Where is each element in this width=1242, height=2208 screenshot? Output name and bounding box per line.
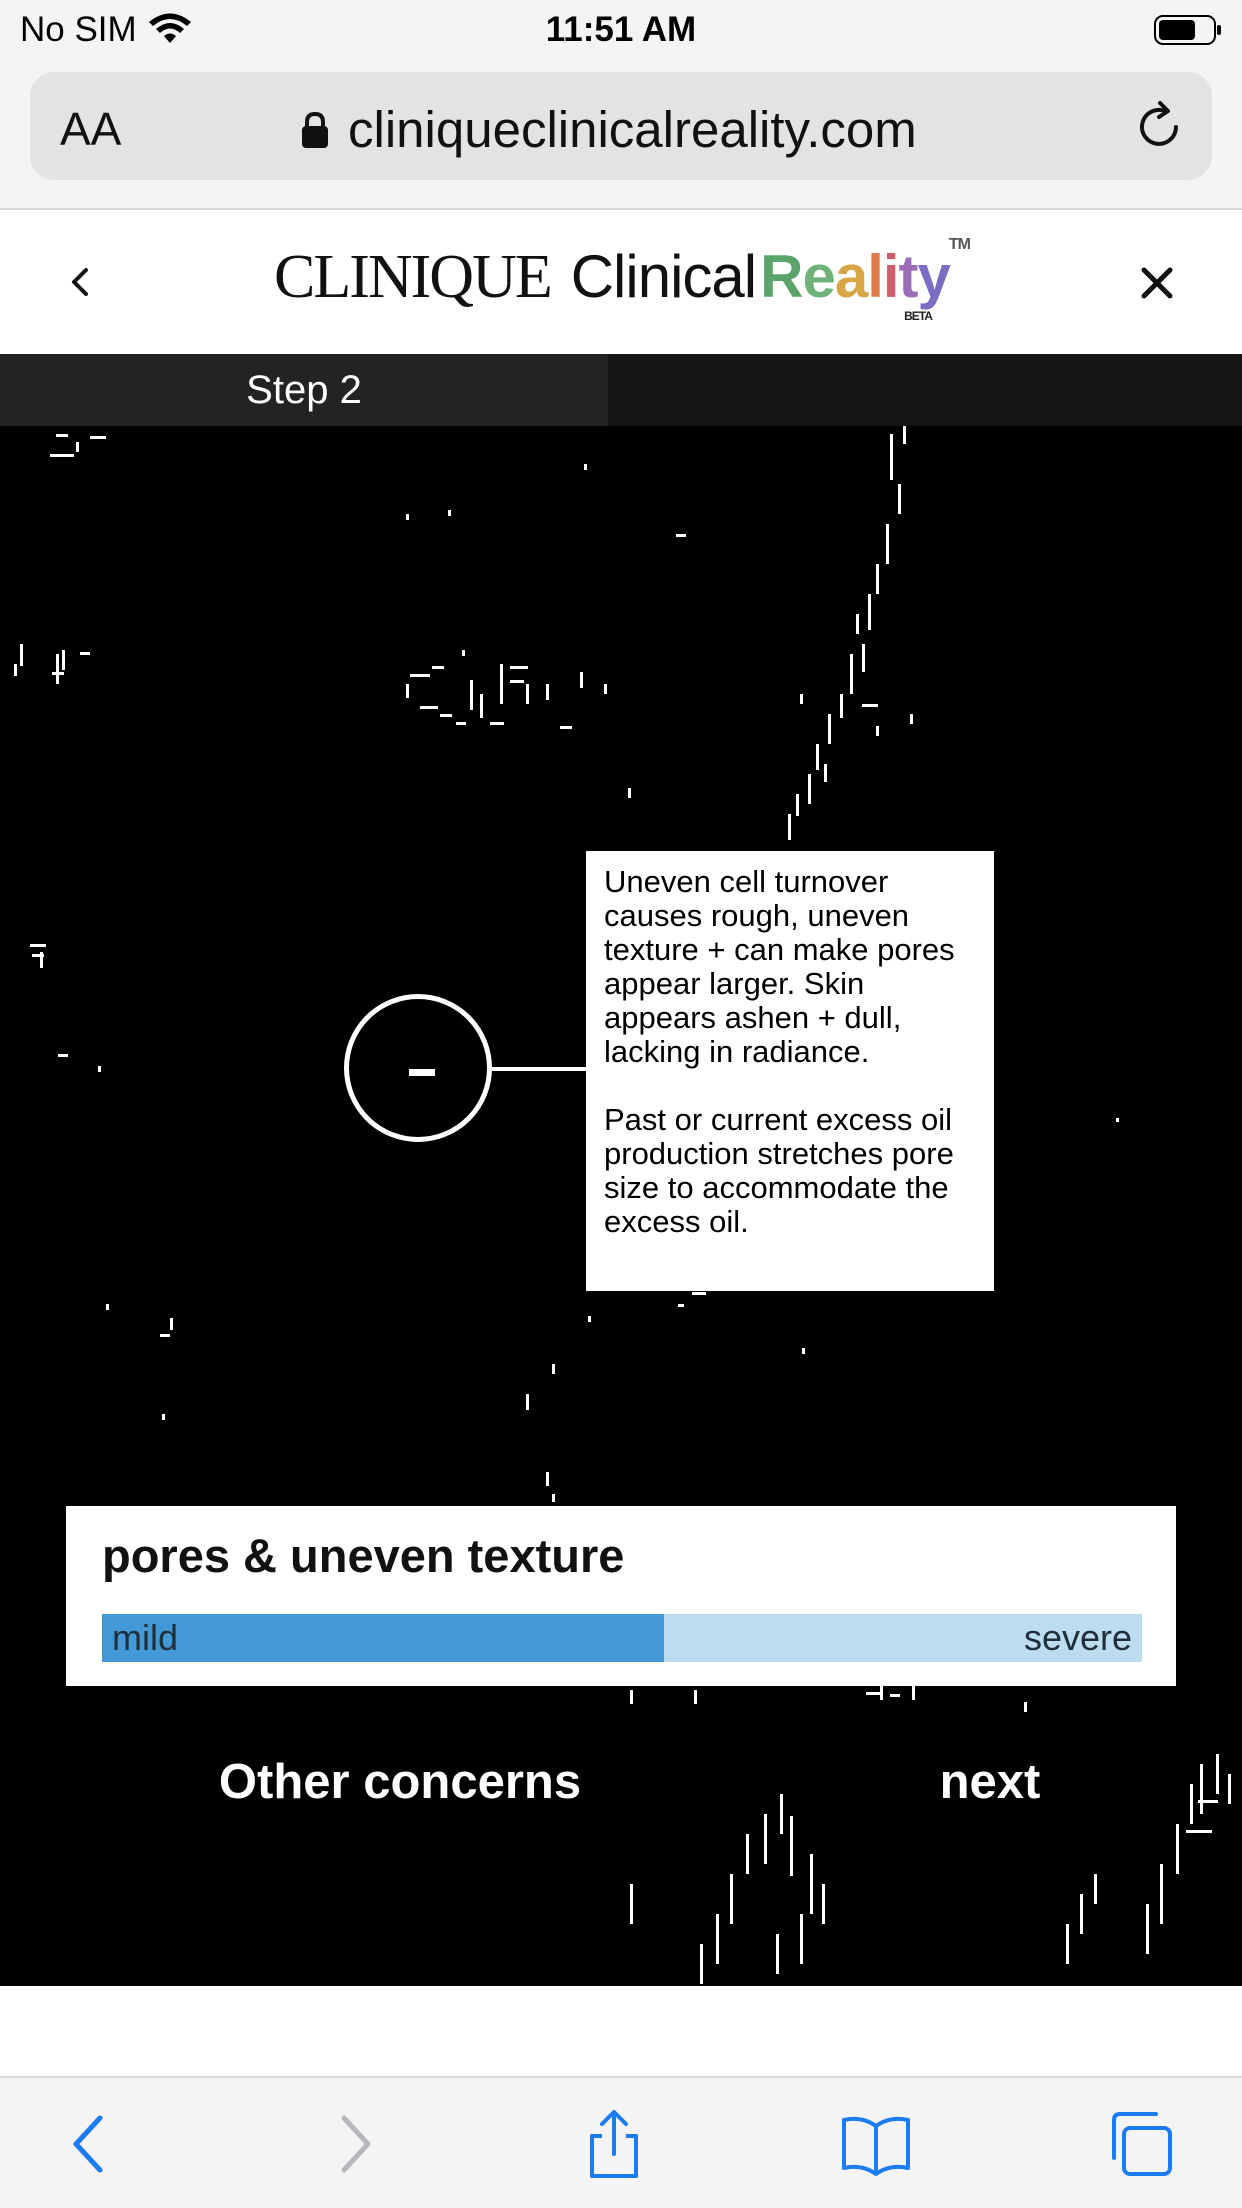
scale-max-label: severe <box>1023 1617 1132 1658</box>
back-chevron-icon[interactable] <box>60 252 100 312</box>
other-concerns-button[interactable]: Other concerns <box>180 1754 620 1810</box>
url-text: cliniqueclinicalreality.com <box>348 101 917 158</box>
logo-clinical: Clinical <box>570 243 757 310</box>
lock-icon <box>302 111 328 148</box>
clinique-clinical-reality-logo: CLINIQUE Clinical Reality TM BETA <box>274 236 971 332</box>
logo-beta: BETA <box>904 309 933 323</box>
concern-info-box: Uneven cell turnover causes rough, uneve… <box>586 851 994 1291</box>
reload-icon[interactable] <box>1130 98 1188 156</box>
aa-label: AA <box>60 103 122 155</box>
concern-marker-button[interactable] <box>344 994 492 1142</box>
info-paragraph: Uneven cell turnover causes rough, uneve… <box>604 864 955 1069</box>
battery-icon <box>1154 15 1221 45</box>
browser-back-icon[interactable] <box>56 2108 128 2180</box>
marker-connector-line <box>492 1067 586 1071</box>
logo-trademark: TM <box>948 236 971 253</box>
scale-min-label: mild <box>112 1617 179 1658</box>
severity-scale: mild severe <box>102 1614 1142 1662</box>
tabs-icon[interactable] <box>1104 2108 1176 2180</box>
severity-scale-fill <box>102 1614 664 1662</box>
next-button[interactable]: next <box>900 1754 1080 1810</box>
logo-reality: Reality TM BETA <box>760 236 971 323</box>
info-paragraph: Past or current excess oil production st… <box>604 1102 954 1239</box>
logo-brand: CLINIQUE <box>274 243 553 311</box>
browser-forward-icon[interactable] <box>316 2108 388 2180</box>
minus-icon <box>409 1069 435 1076</box>
skin-analysis-viewer: Step 2 Uneven cell turnover causes rough… <box>0 354 1242 1986</box>
address-bar[interactable]: AA cliniqueclinicalreality.com <box>30 72 1212 180</box>
browser-address-area: AA cliniqueclinicalreality.com <box>0 62 1242 210</box>
status-time: 11:51 AM <box>545 10 697 49</box>
browser-toolbar <box>0 2076 1242 2208</box>
close-icon[interactable] <box>1132 252 1182 312</box>
step-indicator: Step 2 <box>0 354 608 426</box>
url-display[interactable]: cliniqueclinicalreality.com <box>300 100 917 159</box>
concern-severity-panel: pores & uneven texture mild severe <box>66 1506 1176 1686</box>
app-header: CLINIQUE Clinical Reality TM BETA <box>0 212 1242 354</box>
concern-title: pores & uneven texture <box>102 1529 625 1582</box>
step-bar: Step 2 <box>0 354 1242 426</box>
status-bar: No SIM 11:51 AM <box>0 0 1242 62</box>
book-icon[interactable] <box>840 2108 912 2180</box>
reader-text-size-button[interactable]: AA <box>60 102 121 156</box>
page-bottom-spacer <box>0 1986 1242 2076</box>
share-icon[interactable] <box>578 2108 650 2180</box>
